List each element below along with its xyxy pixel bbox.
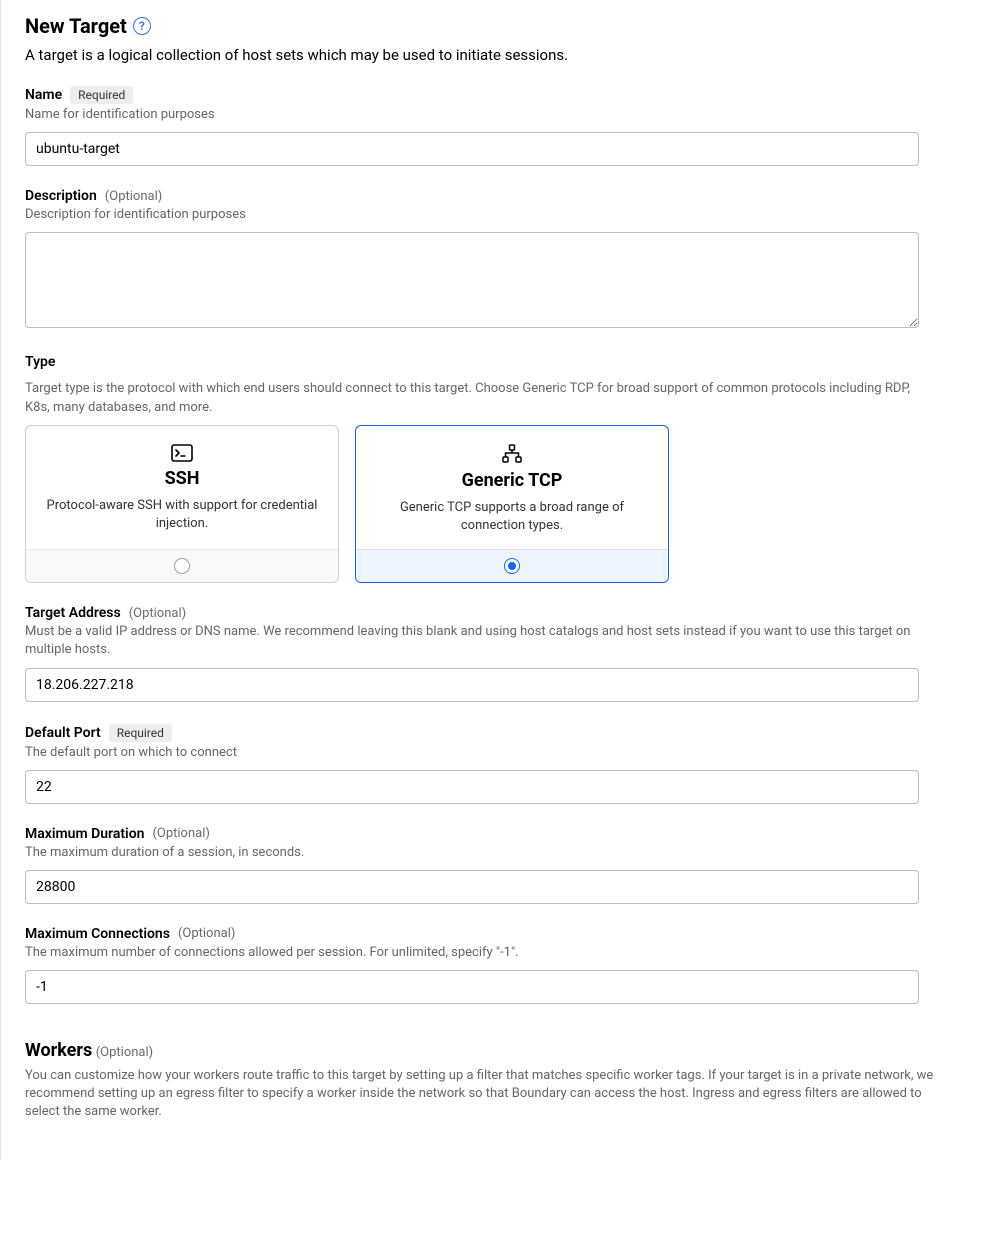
- optional-text: (Optional): [105, 189, 162, 204]
- ssh-title: SSH: [42, 468, 322, 489]
- optional-text: (Optional): [129, 606, 186, 621]
- description-input[interactable]: [25, 232, 919, 328]
- required-badge: Required: [70, 86, 133, 104]
- tcp-radio[interactable]: [504, 558, 520, 574]
- default-port-label: Default Port: [25, 725, 101, 741]
- type-card-tcp[interactable]: Generic TCP Generic TCP supports a broad…: [355, 425, 669, 583]
- target-address-input[interactable]: [25, 668, 919, 702]
- page-subtitle: A target is a logical collection of host…: [25, 46, 1000, 64]
- tcp-title: Generic TCP: [372, 470, 652, 491]
- type-hint: Target type is the protocol with which e…: [25, 380, 935, 416]
- max-duration-input[interactable]: [25, 870, 919, 904]
- page-title: New Target: [25, 14, 127, 38]
- network-icon: [372, 444, 652, 464]
- max-connections-label: Maximum Connections: [25, 926, 170, 942]
- target-address-hint: Must be a valid IP address or DNS name. …: [25, 623, 935, 659]
- default-port-input[interactable]: [25, 770, 919, 804]
- terminal-icon: [42, 444, 322, 462]
- ssh-desc: Protocol-aware SSH with support for cred…: [42, 497, 322, 533]
- optional-text: (Optional): [152, 826, 209, 841]
- default-port-hint: The default port on which to connect: [25, 744, 935, 762]
- description-label: Description: [25, 188, 97, 204]
- workers-title: Workers: [25, 1040, 92, 1061]
- type-label: Type: [25, 354, 1000, 370]
- tcp-desc: Generic TCP supports a broad range of co…: [372, 499, 652, 535]
- workers-desc: You can customize how your workers route…: [25, 1067, 935, 1122]
- max-duration-label: Maximum Duration: [25, 826, 144, 842]
- name-label: Name: [25, 87, 62, 103]
- max-connections-input[interactable]: [25, 970, 919, 1004]
- optional-text: (Optional): [96, 1045, 153, 1060]
- ssh-radio[interactable]: [174, 558, 190, 574]
- max-duration-hint: The maximum duration of a session, in se…: [25, 844, 935, 862]
- optional-text: (Optional): [178, 926, 235, 941]
- help-icon[interactable]: ?: [133, 17, 151, 35]
- target-address-label: Target Address: [25, 605, 121, 621]
- max-connections-hint: The maximum number of connections allowe…: [25, 944, 935, 962]
- type-card-ssh[interactable]: SSH Protocol-aware SSH with support for …: [25, 425, 339, 583]
- description-hint: Description for identification purposes: [25, 206, 935, 224]
- name-hint: Name for identification purposes: [25, 106, 935, 124]
- name-input[interactable]: [25, 132, 919, 166]
- required-badge: Required: [109, 724, 172, 742]
